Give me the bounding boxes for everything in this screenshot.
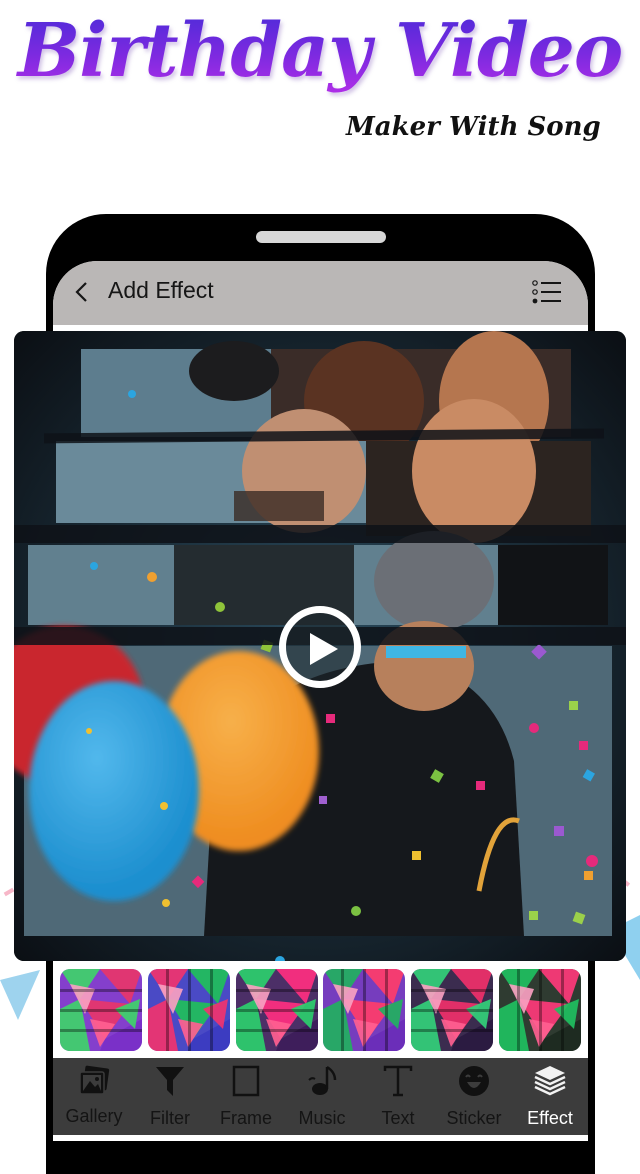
tool-label: Music [298,1108,346,1128]
tool-sticker[interactable]: Sticker [436,1058,512,1135]
effect-thumbnail[interactable] [148,969,230,1051]
promo-subtitle: Maker With Song [346,112,601,142]
bottom-toolbar: Gallery Filter Frame Music Text Sticker … [53,1058,588,1135]
list-icon[interactable] [531,279,563,305]
effects-strip [53,962,588,1058]
effect-thumbnail[interactable] [411,969,493,1051]
effect-thumbnail[interactable] [323,969,405,1051]
play-icon [310,633,338,665]
page-title: Add Effect [108,277,214,303]
effect-preview-image [411,969,493,1051]
tool-filter[interactable]: Filter [132,1058,208,1135]
effect-preview-image [236,969,318,1051]
layers-icon [534,1066,566,1096]
effect-preview-image [148,969,230,1051]
effect-preview-image [323,969,405,1051]
tool-label: Filter [150,1108,190,1128]
effect-thumbnail[interactable] [499,969,581,1051]
filter-icon [156,1067,184,1096]
gallery-icon [79,1065,110,1095]
tool-label: Effect [527,1108,573,1128]
phone-speaker [256,231,386,243]
chevron-left-icon[interactable] [69,279,95,305]
tool-music[interactable]: Music [284,1058,360,1135]
tool-label: Frame [219,1108,272,1128]
tool-text[interactable]: Text [360,1058,436,1135]
tool-label: Sticker [446,1108,502,1128]
effect-thumbnail[interactable] [236,969,318,1051]
video-preview[interactable] [14,331,626,961]
text-icon [383,1065,413,1097]
tool-frame[interactable]: Frame [208,1058,284,1135]
effect-preview-image [60,969,142,1051]
tool-gallery[interactable]: Gallery [56,1058,132,1135]
play-button[interactable] [279,606,361,688]
frame-icon [232,1065,260,1097]
effect-preview-image [499,969,581,1051]
effect-thumbnail[interactable] [60,969,142,1051]
music-icon [308,1065,337,1095]
tool-label: Gallery [65,1106,123,1126]
tool-label: Text [381,1108,415,1128]
promo-title: Birthday Video [0,8,640,94]
app-bar: Add Effect [53,261,588,325]
sticker-icon [459,1066,489,1096]
tool-effect[interactable]: Effect [512,1058,588,1135]
